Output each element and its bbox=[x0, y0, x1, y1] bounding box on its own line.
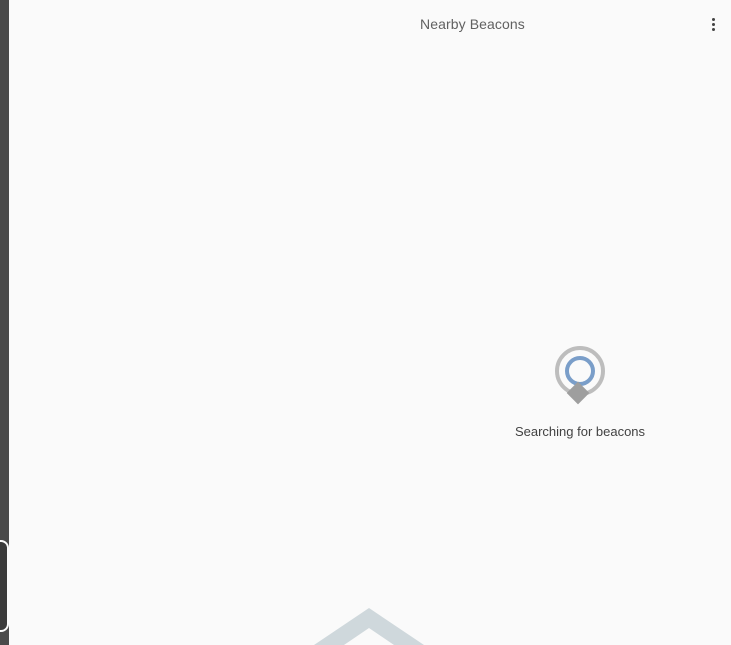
beacon-searching-icon bbox=[555, 346, 605, 405]
edge-handle[interactable] bbox=[0, 540, 9, 632]
more-vert-icon[interactable] bbox=[700, 10, 726, 38]
searching-status: Searching for beacons bbox=[500, 345, 660, 439]
searching-label: Searching for beacons bbox=[514, 424, 646, 439]
app-title: Nearby Beacons bbox=[420, 16, 525, 32]
chevron-up-icon[interactable] bbox=[314, 606, 424, 645]
app-bar bbox=[9, 0, 731, 50]
screen: Nearby Beacons Searching for beacons bbox=[0, 0, 731, 645]
menu-dot bbox=[711, 22, 715, 26]
menu-dot bbox=[711, 27, 715, 31]
menu-dot bbox=[711, 17, 715, 21]
